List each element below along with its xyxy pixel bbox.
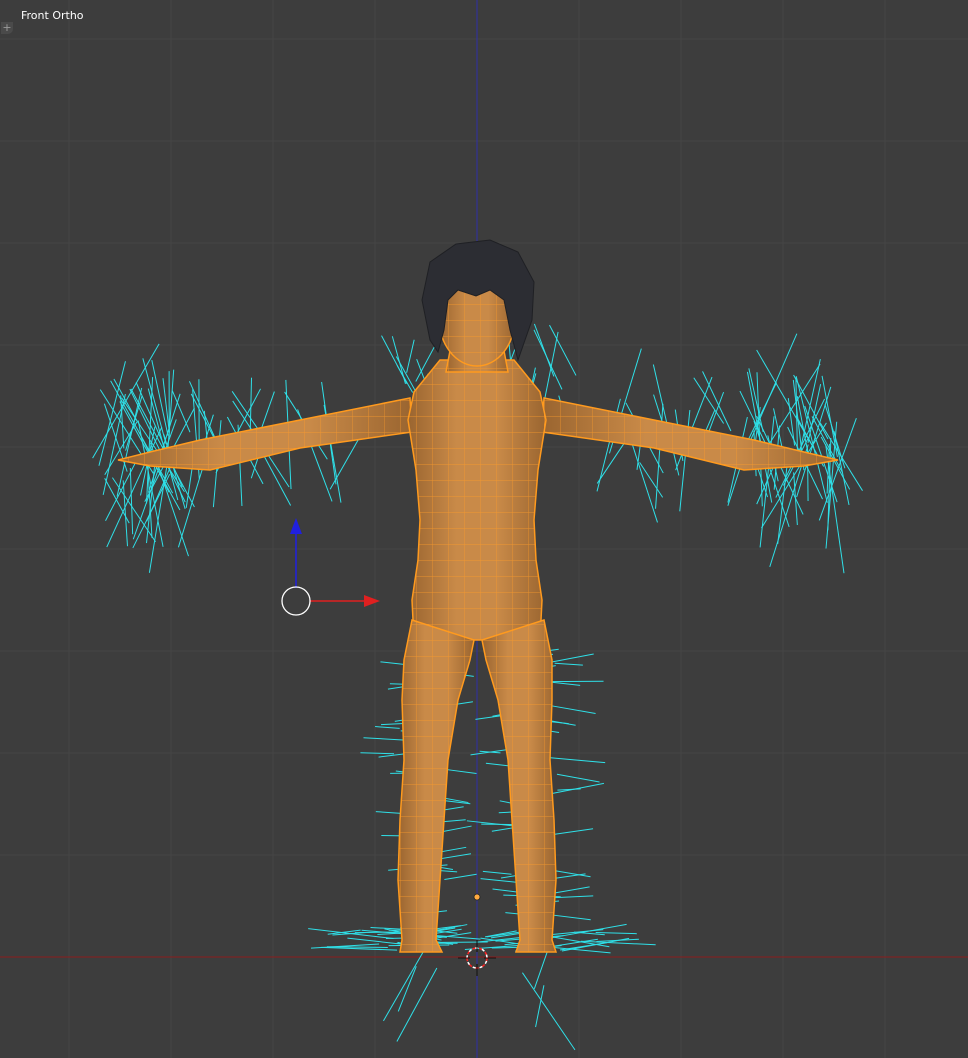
normal-line (522, 972, 576, 1051)
normal-line (188, 381, 218, 442)
normal-line (375, 726, 400, 729)
normal-line (444, 873, 477, 880)
normal-line (491, 827, 515, 832)
normal-line (533, 323, 555, 377)
normal-line (482, 870, 512, 875)
normal-line (397, 966, 417, 1012)
view-label: Front Ortho (21, 9, 84, 22)
normal-line (535, 985, 545, 1028)
3d-viewport[interactable]: Front Ortho + (0, 0, 968, 1058)
transform-manipulator-icon[interactable] (281, 518, 380, 616)
normal-line (396, 967, 438, 1042)
normal-line (466, 820, 513, 827)
normal-line (129, 467, 134, 535)
normal-line (702, 371, 732, 432)
normal-line (137, 420, 164, 547)
normal-line (595, 932, 637, 935)
normal-line (639, 462, 664, 498)
normal-line (549, 324, 577, 376)
normal-line (777, 463, 788, 544)
normal-line (113, 378, 137, 421)
normal-line (162, 378, 170, 433)
normal-line (551, 886, 590, 895)
normal-line (596, 938, 639, 942)
region-toggle-button[interactable]: + (1, 22, 13, 34)
normal-line (549, 757, 606, 764)
normal-line (556, 873, 586, 879)
normal-line (556, 773, 600, 783)
normal-line (545, 704, 596, 715)
normal-line (396, 365, 414, 393)
normal-line (550, 782, 604, 795)
viewport-scene[interactable] (0, 0, 968, 1058)
mesh-wireframe (118, 270, 838, 952)
normal-line (308, 928, 394, 940)
object-origin-icon[interactable] (473, 893, 481, 901)
normal-line (249, 377, 253, 437)
normal-line (166, 369, 175, 459)
character-mesh[interactable] (117, 239, 839, 953)
normal-line (545, 923, 627, 940)
normal-line (748, 368, 764, 433)
